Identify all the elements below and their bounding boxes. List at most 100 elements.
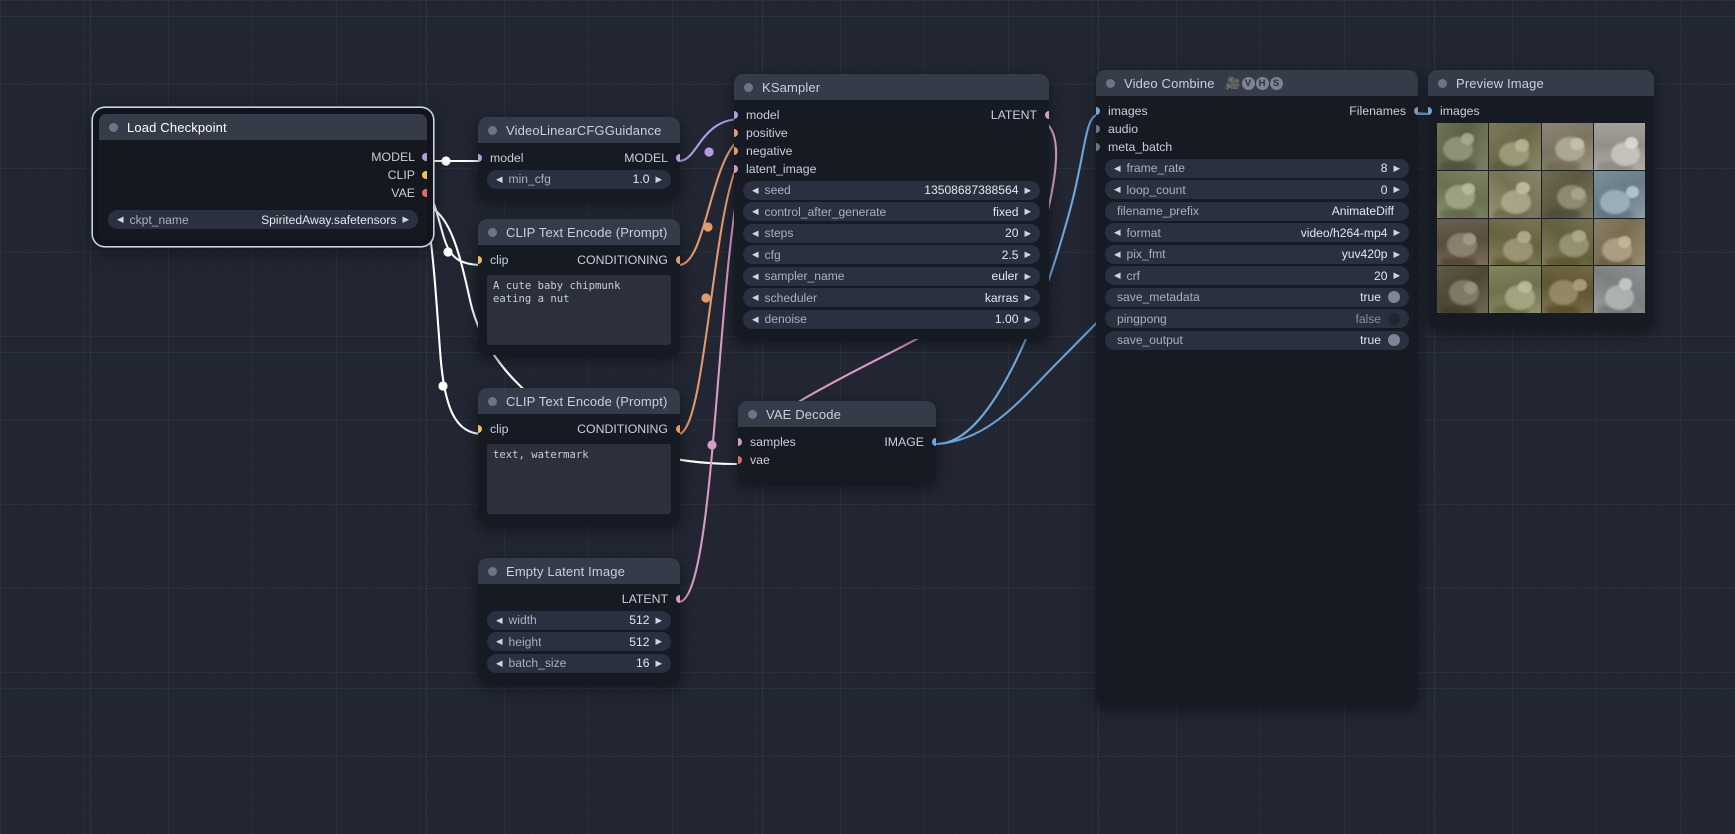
node-preview-image[interactable]: Preview Image images: [1428, 70, 1654, 327]
decrement-arrow-icon[interactable]: ◀: [752, 250, 759, 259]
widget-height[interactable]: ◀ height 512 ▶: [487, 632, 671, 651]
decrement-arrow-icon[interactable]: ◀: [1114, 271, 1121, 280]
collapse-dot-icon[interactable]: [488, 125, 497, 135]
collapse-dot-icon[interactable]: [488, 227, 497, 237]
port-dot-model-in[interactable]: [478, 154, 482, 162]
port-dot-filenames-out[interactable]: [1414, 107, 1418, 115]
port-dot-model[interactable]: [422, 153, 427, 161]
widget-batch-size[interactable]: ◀ batch_size 16 ▶: [487, 653, 671, 673]
node-titlebar[interactable]: Preview Image: [1428, 70, 1654, 96]
port-dot-clip-in[interactable]: [478, 256, 482, 264]
collapse-dot-icon[interactable]: [1106, 78, 1115, 88]
widget-cfg[interactable]: ◀ cfg 2.5 ▶: [743, 245, 1040, 264]
decrement-arrow-icon[interactable]: ◀: [1114, 228, 1121, 237]
output-port-latent[interactable]: LATENT: [478, 590, 680, 608]
node-load-checkpoint[interactable]: Load Checkpoint MODEL CLIP VAE ◀ ckpt_na: [93, 108, 433, 246]
widget-loop-count[interactable]: ◀ loop_count 0 ▶: [1105, 180, 1409, 199]
node-titlebar[interactable]: VAE Decode: [738, 401, 936, 427]
node-video-linear-cfg-guidance[interactable]: VideoLinearCFGGuidance model MODEL ◀ min…: [478, 117, 680, 199]
port-dot-clip-in[interactable]: [478, 425, 482, 433]
preview-image-grid[interactable]: [1437, 123, 1645, 313]
port-row-model[interactable]: model LATENT: [734, 106, 1049, 124]
port-dot-images-in[interactable]: [1096, 107, 1100, 115]
widget-denoise[interactable]: ◀ denoise 1.00 ▶: [743, 309, 1040, 329]
port-dot-negative-in[interactable]: [734, 147, 738, 155]
increment-arrow-icon[interactable]: ▶: [1024, 229, 1031, 238]
collapse-dot-icon[interactable]: [488, 566, 497, 576]
toggle-save-metadata[interactable]: [1388, 291, 1400, 303]
port-row-samples[interactable]: samples IMAGE: [738, 433, 936, 451]
decrement-arrow-icon[interactable]: ◀: [1114, 164, 1121, 173]
decrement-arrow-icon[interactable]: ◀: [1114, 185, 1121, 194]
port-dot-conditioning-out[interactable]: [676, 425, 680, 433]
widget-seed[interactable]: ◀ seed 13508687388564 ▶: [743, 180, 1040, 200]
port-row-clip[interactable]: clip CONDITIONING: [478, 420, 680, 438]
node-titlebar[interactable]: Empty Latent Image: [478, 558, 680, 584]
increment-arrow-icon[interactable]: ▶: [1393, 250, 1400, 259]
port-row-images[interactable]: images: [1428, 102, 1654, 120]
port-dot-model-out[interactable]: [676, 154, 680, 162]
increment-arrow-icon[interactable]: ▶: [1024, 186, 1031, 195]
port-row-positive[interactable]: positive: [734, 124, 1049, 142]
decrement-arrow-icon[interactable]: ◀: [752, 272, 759, 281]
node-empty-latent-image[interactable]: Empty Latent Image LATENT ◀ width 512 ▶ …: [478, 558, 680, 683]
increment-arrow-icon[interactable]: ▶: [402, 215, 409, 224]
port-dot-positive-in[interactable]: [734, 129, 738, 137]
node-video-combine[interactable]: Video Combine 🎥 V H S images Filenames a…: [1096, 70, 1418, 705]
collapse-dot-icon[interactable]: [1438, 78, 1447, 88]
output-port-clip[interactable]: CLIP: [99, 166, 427, 184]
increment-arrow-icon[interactable]: ▶: [1393, 185, 1400, 194]
prompt-textarea-positive[interactable]: A cute baby chipmunk eating a nut: [487, 275, 671, 345]
port-dot-model-in[interactable]: [734, 111, 738, 119]
node-clip-text-encode-negative[interactable]: CLIP Text Encode (Prompt) clip CONDITION…: [478, 388, 680, 524]
port-row-negative[interactable]: negative: [734, 142, 1049, 160]
node-clip-text-encode-positive[interactable]: CLIP Text Encode (Prompt) clip CONDITION…: [478, 219, 680, 355]
decrement-arrow-icon[interactable]: ◀: [752, 315, 759, 324]
toggle-save-output[interactable]: [1388, 334, 1400, 346]
widget-min-cfg[interactable]: ◀ min_cfg 1.0 ▶: [487, 169, 671, 189]
widget-steps[interactable]: ◀ steps 20 ▶: [743, 223, 1040, 243]
increment-arrow-icon[interactable]: ▶: [655, 175, 662, 184]
decrement-arrow-icon[interactable]: ◀: [496, 175, 503, 184]
port-row-images[interactable]: images Filenames: [1096, 102, 1418, 120]
port-dot-latent-image-in[interactable]: [734, 165, 738, 173]
increment-arrow-icon[interactable]: ▶: [1024, 207, 1031, 216]
widget-width[interactable]: ◀ width 512 ▶: [487, 610, 671, 630]
port-dot-vae-in[interactable]: [738, 456, 742, 464]
port-dot-latent-out[interactable]: [676, 595, 680, 603]
node-titlebar[interactable]: CLIP Text Encode (Prompt): [478, 219, 680, 245]
port-dot-images-in[interactable]: [1428, 107, 1432, 115]
widget-save-output[interactable]: save_output true: [1105, 330, 1409, 350]
node-vae-decode[interactable]: VAE Decode samples IMAGE vae: [738, 401, 936, 483]
widget-crf[interactable]: ◀ crf 20 ▶: [1105, 266, 1409, 285]
port-dot-clip[interactable]: [422, 171, 427, 179]
node-titlebar[interactable]: Video Combine 🎥 V H S: [1096, 70, 1418, 96]
widget-scheduler[interactable]: ◀ scheduler karras ▶: [743, 288, 1040, 307]
decrement-arrow-icon[interactable]: ◀: [496, 659, 503, 668]
output-port-vae[interactable]: VAE: [99, 184, 427, 202]
port-dot-meta-batch-in[interactable]: [1096, 143, 1100, 151]
decrement-arrow-icon[interactable]: ◀: [752, 207, 759, 216]
widget-frame-rate[interactable]: ◀ frame_rate 8 ▶: [1105, 158, 1409, 178]
decrement-arrow-icon[interactable]: ◀: [1114, 250, 1121, 259]
widget-ckpt-name[interactable]: ◀ ckpt_name SpiritedAway.safetensors ▶: [108, 210, 418, 229]
node-titlebar[interactable]: CLIP Text Encode (Prompt): [478, 388, 680, 414]
widget-pingpong[interactable]: pingpong false: [1105, 309, 1409, 328]
node-titlebar[interactable]: Load Checkpoint: [99, 114, 427, 140]
collapse-dot-icon[interactable]: [109, 122, 118, 132]
port-dot-conditioning-out[interactable]: [676, 256, 680, 264]
decrement-arrow-icon[interactable]: ◀: [752, 186, 759, 195]
increment-arrow-icon[interactable]: ▶: [1024, 293, 1031, 302]
increment-arrow-icon[interactable]: ▶: [1024, 250, 1031, 259]
widget-filename-prefix[interactable]: filename_prefix AnimateDiff: [1105, 201, 1409, 221]
increment-arrow-icon[interactable]: ▶: [655, 659, 662, 668]
increment-arrow-icon[interactable]: ▶: [655, 616, 662, 625]
node-titlebar[interactable]: VideoLinearCFGGuidance: [478, 117, 680, 143]
decrement-arrow-icon[interactable]: ◀: [496, 637, 503, 646]
node-titlebar[interactable]: KSampler: [734, 74, 1049, 100]
port-dot-samples-in[interactable]: [738, 438, 742, 446]
increment-arrow-icon[interactable]: ▶: [1393, 228, 1400, 237]
decrement-arrow-icon[interactable]: ◀: [752, 229, 759, 238]
increment-arrow-icon[interactable]: ▶: [1024, 272, 1031, 281]
port-row-model[interactable]: model MODEL: [478, 149, 680, 167]
